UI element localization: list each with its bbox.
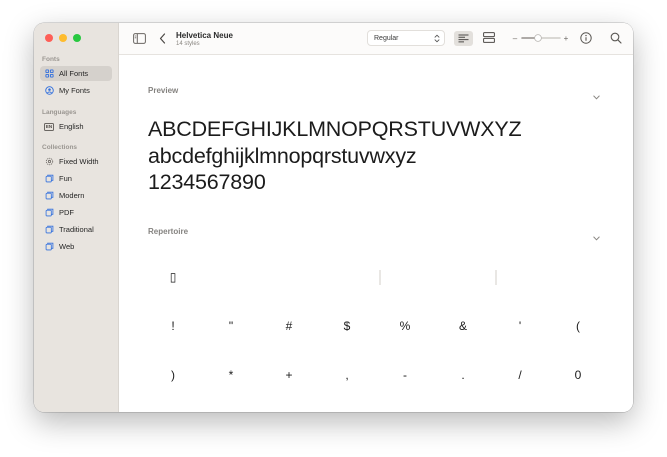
preview-lowercase: abcdefghijklmnopqrstuvwxyz (148, 144, 417, 168)
sidebar-item-label: Web (59, 242, 75, 251)
sidebar-section-collections: Collections (42, 144, 78, 151)
zoom-in-label[interactable]: + (562, 32, 570, 44)
collection-icon (44, 242, 54, 252)
back-chevron-icon[interactable] (157, 31, 167, 45)
search-icon[interactable] (609, 31, 623, 45)
glyph-cell[interactable]: ' (505, 319, 535, 333)
grid-icon (44, 69, 54, 79)
repertoire-section-title: Repertoire (148, 227, 189, 236)
glyph-cell[interactable]: # (274, 319, 304, 333)
glyph-cell-blank[interactable] (379, 270, 381, 285)
sidebar-item-english[interactable]: EN English (40, 119, 112, 134)
styles-count: 14 styles (176, 41, 200, 47)
main-content: Helvetica Neue 14 styles Regular – + Pre… (119, 23, 633, 412)
person-circle-icon (44, 86, 54, 96)
collection-icon (44, 191, 54, 201)
collection-icon (44, 225, 54, 235)
sidebar-item-fixed-width[interactable]: Fixed Width (40, 154, 112, 169)
en-badge-icon: EN (43, 122, 55, 131)
up-down-chevron-icon (434, 34, 440, 45)
glyph-cell[interactable]: . (448, 368, 478, 382)
glyph-cell[interactable]: ! (158, 319, 188, 333)
font-book-window: Fonts All Fonts My Fonts Languages EN En… (34, 23, 633, 412)
minimize-button[interactable] (59, 34, 67, 42)
text-view-button[interactable] (454, 31, 473, 46)
glyph-cell[interactable]: ▯ (158, 270, 188, 284)
sidebar-item-label: Fixed Width (59, 157, 99, 166)
glyph-cell[interactable]: $ (332, 319, 362, 333)
toolbar: Helvetica Neue 14 styles Regular – + (119, 23, 633, 55)
sidebar-item-all-fonts[interactable]: All Fonts (40, 66, 112, 81)
sidebar-item-label: Fun (59, 174, 72, 183)
glyph-cell[interactable]: , (332, 368, 362, 382)
text-align-left-icon (458, 30, 469, 48)
sidebar-item-my-fonts[interactable]: My Fonts (40, 83, 112, 98)
preview-section-title: Preview (148, 86, 179, 95)
collection-icon (44, 208, 54, 218)
sidebar-section-fonts: Fonts (42, 56, 60, 63)
sidebar-item-fun[interactable]: Fun (40, 171, 112, 186)
glyph-cell-blank[interactable] (495, 270, 497, 285)
preview-uppercase: ABCDEFGHIJKLMNOPQRSTUVWXYZ (148, 117, 522, 141)
style-select[interactable]: Regular (367, 30, 445, 46)
sidebar-item-traditional[interactable]: Traditional (40, 222, 112, 237)
close-button[interactable] (45, 34, 53, 42)
zoom-slider[interactable] (521, 32, 561, 44)
zoom-button[interactable] (73, 34, 81, 42)
chevron-down-icon[interactable] (593, 228, 600, 246)
sidebar-section-languages: Languages (42, 109, 77, 116)
glyph-cell[interactable]: ( (563, 319, 593, 333)
sidebar-item-label: PDF (59, 208, 74, 217)
grid-view-button[interactable] (479, 31, 498, 46)
sidebar-item-label: My Fonts (59, 86, 90, 95)
preview-digits: 1234567890 (148, 170, 266, 194)
sidebar: Fonts All Fonts My Fonts Languages EN En… (34, 23, 119, 412)
gear-icon (44, 157, 54, 167)
font-title: Helvetica Neue (176, 31, 233, 40)
chevron-down-icon[interactable] (593, 87, 600, 105)
glyph-cell[interactable]: + (274, 368, 304, 382)
glyph-cell[interactable]: " (216, 319, 246, 333)
sidebar-toggle-icon[interactable] (132, 31, 146, 45)
sidebar-item-label: Traditional (59, 225, 94, 234)
glyph-cell[interactable]: & (448, 319, 478, 333)
info-icon[interactable] (579, 31, 593, 45)
rows-icon (482, 30, 495, 48)
collection-icon (44, 174, 54, 184)
sidebar-item-label: Modern (59, 191, 85, 200)
glyph-cell[interactable]: ) (158, 368, 188, 382)
glyph-cell[interactable]: * (216, 368, 246, 382)
traffic-lights (45, 34, 81, 42)
zoom-out-label[interactable]: – (511, 32, 519, 44)
style-select-value: Regular (374, 34, 399, 42)
sidebar-item-label: English (59, 122, 84, 131)
glyph-cell[interactable]: - (390, 368, 420, 382)
sidebar-item-modern[interactable]: Modern (40, 188, 112, 203)
glyph-cell[interactable]: / (505, 368, 535, 382)
glyph-cell[interactable]: % (390, 319, 420, 333)
sidebar-item-label: All Fonts (59, 69, 89, 78)
sidebar-item-web[interactable]: Web (40, 239, 112, 254)
glyph-cell[interactable]: 0 (563, 368, 593, 382)
sidebar-item-pdf[interactable]: PDF (40, 205, 112, 220)
